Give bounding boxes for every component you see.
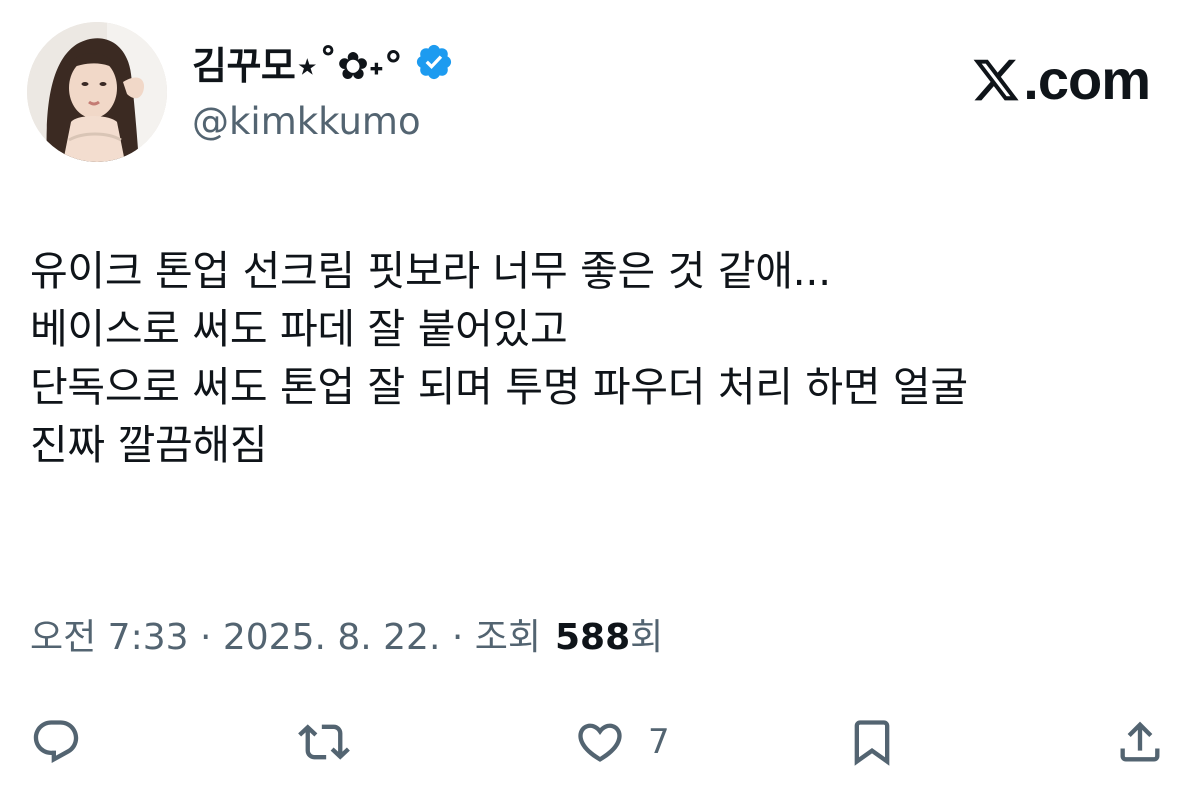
reply-button[interactable] bbox=[30, 716, 82, 768]
retweet-icon bbox=[298, 724, 350, 760]
retweet-button[interactable] bbox=[298, 716, 350, 768]
tweet-text: 유이크 톤업 선크림 핏보라 너무 좋은 것 같애... 베이스로 써도 파데 … bbox=[30, 242, 1170, 474]
author-handle[interactable]: @kimkkumo bbox=[192, 100, 421, 143]
brand-domain-text: .com bbox=[1023, 48, 1151, 111]
heart-icon bbox=[578, 723, 622, 762]
author-display-name[interactable]: 김꾸모⋆˚✿˖° bbox=[192, 35, 403, 90]
bookmark-icon bbox=[854, 720, 890, 766]
bookmark-button[interactable] bbox=[846, 716, 898, 768]
views-suffix: 회 bbox=[630, 617, 664, 658]
tweet-meta: 오전 7:33 · 2025. 8. 22. · 조회 588 회 bbox=[30, 608, 663, 660]
tweet-text-line: 유이크 톤업 선크림 핏보라 너무 좋은 것 같애... bbox=[30, 247, 831, 295]
action-bar: 7 bbox=[0, 706, 1200, 776]
avatar[interactable] bbox=[27, 22, 167, 162]
verified-badge-icon bbox=[417, 44, 452, 80]
tweet-timestamp[interactable]: 오전 7:33 · 2025. 8. 22. · 조회 bbox=[30, 608, 541, 660]
tweet-text-line: 베이스로 써도 파데 잘 붙어있고 bbox=[30, 305, 568, 353]
author-name-row[interactable]: 김꾸모⋆˚✿˖° bbox=[192, 34, 454, 90]
avatar-image bbox=[27, 22, 167, 162]
tweet-text-line: 단독으로 써도 톤업 잘 되며 투명 파우더 처리 하면 얼굴 bbox=[30, 363, 968, 411]
share-button[interactable] bbox=[1114, 716, 1166, 768]
x-logo-icon bbox=[973, 59, 1019, 101]
tweet-text-line: 진짜 깔끔해짐 bbox=[30, 421, 268, 469]
like-count: 7 bbox=[648, 722, 670, 762]
share-icon bbox=[1120, 721, 1160, 762]
views-count[interactable]: 588 bbox=[555, 617, 630, 658]
brand-watermark: .com bbox=[971, 48, 1151, 111]
reply-icon bbox=[33, 720, 79, 764]
like-button[interactable]: 7 bbox=[574, 716, 670, 768]
